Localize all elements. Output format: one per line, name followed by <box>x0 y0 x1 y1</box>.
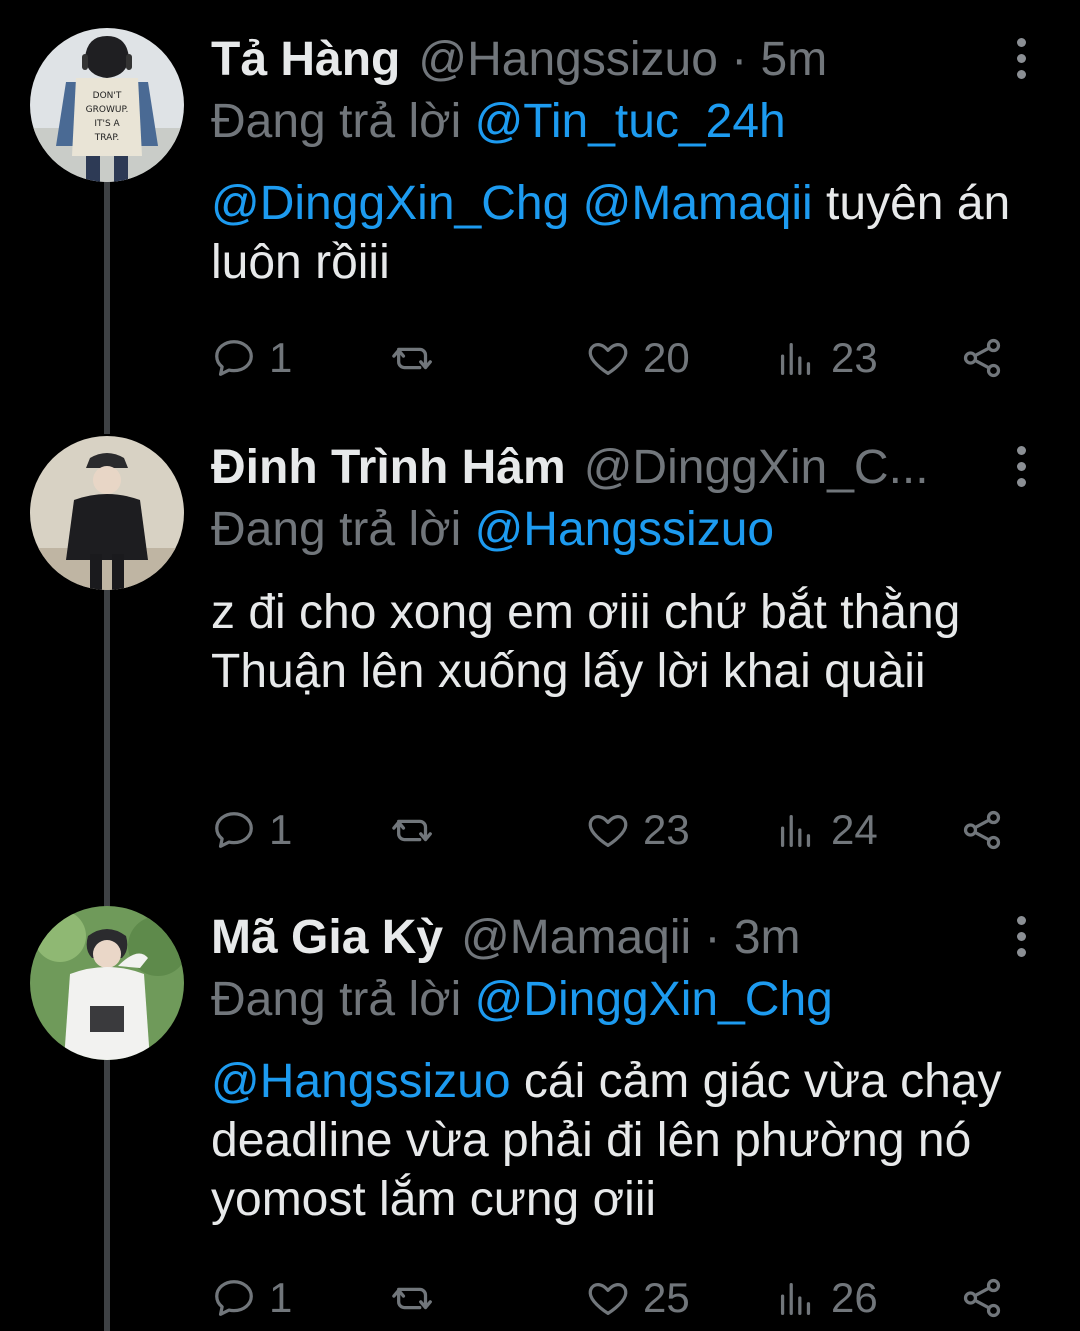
views-count: 24 <box>831 806 878 853</box>
heart-icon <box>588 814 628 847</box>
replying-mention[interactable]: @DinggXin_Chg <box>475 973 833 1026</box>
avatar-shirt-text: IT'S A <box>94 119 120 129</box>
action-bar: 1 20 23 <box>211 328 1041 388</box>
tweet-header: Mã Gia Kỳ @Mamaqii · 3m <box>211 906 970 970</box>
like-count: 20 <box>643 334 690 381</box>
more-icon[interactable] <box>1006 906 1036 966</box>
reply-count: 1 <box>269 334 293 381</box>
views-icon <box>780 342 811 375</box>
avatar-shirt-text: GROWUP. <box>86 105 129 115</box>
author-handle-time[interactable]: @DinggXin_C... <box>584 436 929 500</box>
reply-icon <box>215 340 253 376</box>
avatar[interactable] <box>30 906 184 1060</box>
reply-count: 1 <box>269 1274 293 1321</box>
retweet-button[interactable] <box>391 800 449 860</box>
share-icon <box>963 338 1001 378</box>
action-bar: 1 23 24 <box>211 800 1041 860</box>
views-button[interactable]: 26 <box>773 1268 878 1328</box>
tweet-text: @Hangssizuo cái cảm giác vừa chạy deadli… <box>211 1052 1041 1229</box>
replying-label: Đang trả lời <box>211 95 475 148</box>
author-handle-time[interactable]: @Hangssizuo · 5m <box>418 28 827 92</box>
replying-mention[interactable]: @Hangssizuo <box>475 503 775 556</box>
views-button[interactable]: 23 <box>773 328 878 388</box>
replying-label: Đang trả lời <box>211 973 475 1026</box>
heart-icon <box>588 342 628 375</box>
reply-icon <box>215 812 253 848</box>
more-icon[interactable] <box>1006 28 1036 88</box>
author-handle-time[interactable]: @Mamaqii · 3m <box>461 906 800 970</box>
reply-button[interactable]: 1 <box>211 800 292 860</box>
replying-label: Đang trả lời <box>211 503 475 556</box>
author-name[interactable]: Đinh Trình Hâm <box>211 436 566 500</box>
like-count: 23 <box>643 806 690 853</box>
tweet-header: Đinh Trình Hâm @DinggXin_C... <box>211 436 970 500</box>
avatar-shirt-text: TRAP. <box>94 133 119 143</box>
reply-button[interactable]: 1 <box>211 1268 292 1328</box>
avatar[interactable] <box>30 436 184 590</box>
replying-to: Đang trả lời @Tin_tuc_24h <box>211 90 1040 154</box>
tweet[interactable]: Mã Gia Kỳ @Mamaqii · 3m Đang trả lời @Di… <box>0 880 1080 1331</box>
tweet-text: @DinggXin_Chg @Mamaqii tuyên án luôn rồi… <box>211 174 1041 292</box>
views-count: 23 <box>831 334 878 381</box>
retweet-icon <box>392 819 432 842</box>
tweet[interactable]: Đinh Trình Hâm @DinggXin_C... Đang trả l… <box>0 410 1080 880</box>
avatar-image: DON'T GROWUP. IT'S A TRAP. <box>30 28 184 182</box>
views-icon <box>780 1282 811 1315</box>
tweet-header: Tả Hàng @Hangssizuo · 5m <box>211 28 970 92</box>
views-button[interactable]: 24 <box>773 800 878 860</box>
tweet-text: z đi cho xong em ơiii chứ bắt thằng Thuậ… <box>211 583 1041 701</box>
avatar-shirt-text: DON'T <box>93 91 122 101</box>
share-button[interactable] <box>959 800 1017 860</box>
avatar-image <box>30 906 184 1060</box>
retweet-icon <box>392 1287 432 1310</box>
replying-mention[interactable]: @Tin_tuc_24h <box>475 95 786 148</box>
reply-count: 1 <box>269 806 293 853</box>
share-button[interactable] <box>959 328 1017 388</box>
heart-icon <box>588 1282 628 1315</box>
body-text: z đi cho xong em ơiii chứ bắt thằng Thuậ… <box>211 586 961 698</box>
author-name[interactable]: Mã Gia Kỳ <box>211 906 443 970</box>
body-mentions[interactable]: @Hangssizuo <box>211 1055 511 1108</box>
replying-to: Đang trả lời @DinggXin_Chg <box>211 968 1040 1032</box>
avatar-image <box>30 436 184 590</box>
reply-icon <box>215 1280 253 1316</box>
tweet[interactable]: DON'T GROWUP. IT'S A TRAP. Tả Hàng @Hang… <box>0 0 1080 410</box>
like-button[interactable]: 25 <box>585 1268 690 1328</box>
like-count: 25 <box>643 1274 690 1321</box>
more-icon[interactable] <box>1006 436 1036 496</box>
reply-button[interactable]: 1 <box>211 328 292 388</box>
share-icon <box>963 810 1001 850</box>
views-icon <box>780 814 811 847</box>
retweet-icon <box>392 347 432 370</box>
body-mentions[interactable]: @DinggXin_Chg @Mamaqii <box>211 177 813 230</box>
views-count: 26 <box>831 1274 878 1321</box>
avatar[interactable]: DON'T GROWUP. IT'S A TRAP. <box>30 28 184 182</box>
retweet-button[interactable] <box>391 1268 449 1328</box>
like-button[interactable]: 23 <box>585 800 690 860</box>
like-button[interactable]: 20 <box>585 328 690 388</box>
share-icon <box>963 1278 1001 1318</box>
retweet-button[interactable] <box>391 328 449 388</box>
action-bar: 1 25 26 <box>211 1268 1041 1328</box>
share-button[interactable] <box>959 1268 1017 1328</box>
replying-to: Đang trả lời @Hangssizuo <box>211 498 1040 562</box>
author-name[interactable]: Tả Hàng <box>211 28 400 92</box>
